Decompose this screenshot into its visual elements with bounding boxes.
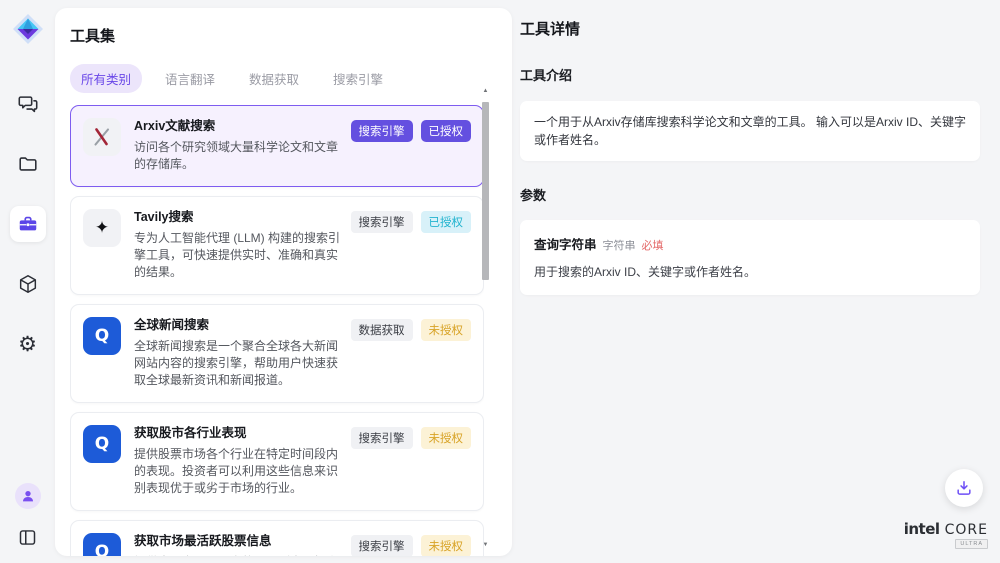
folder-icon[interactable]	[10, 146, 46, 182]
page-title: 工具集	[70, 25, 512, 46]
app-logo	[11, 12, 45, 46]
user-avatar[interactable]	[15, 483, 41, 509]
tool-icon: ✦	[83, 209, 121, 247]
scroll-down-arrow[interactable]: ▼	[481, 542, 490, 548]
scroll-up-arrow[interactable]: ▲	[481, 88, 490, 94]
icon-rail: ⚙	[0, 0, 55, 563]
tab-search-engine[interactable]: 搜索引擎	[322, 64, 394, 93]
params-heading: 参数	[520, 185, 980, 204]
tool-name: 获取市场最活跃股票信息	[134, 533, 341, 550]
tool-details-panel: 工具详情 工具介绍 一个用于从Arxiv存储库搜索科学论文和文章的工具。 输入可…	[512, 0, 1000, 563]
tool-auth-badge: 已授权	[421, 211, 472, 233]
tavily-star-icon: ✦	[95, 218, 109, 238]
arxiv-icon	[90, 125, 114, 149]
tool-auth-badge: 未授权	[421, 319, 472, 341]
chat-icon[interactable]	[10, 86, 46, 122]
toolbox-icon[interactable]	[10, 206, 46, 242]
tool-icon	[83, 118, 121, 156]
tool-auth-badge: 已授权	[421, 120, 472, 142]
tool-desc: 全球新闻搜索是一个聚合全球各大新闻网站内容的搜索引擎，帮助用户快速获取全球最新资…	[134, 338, 341, 390]
tool-name: Tavily搜索	[134, 209, 341, 226]
tool-card[interactable]: Q 获取股市各行业表现 提供股票市场各个行业在特定时间段内的表现。投资者可以利用…	[70, 412, 484, 511]
param-name: 查询字符串	[534, 238, 597, 252]
scrollbar: ▲ ▼	[481, 88, 490, 550]
rail-bottom	[0, 483, 55, 551]
tool-category-badge: 搜索引擎	[351, 120, 413, 142]
tool-auth-badge: 未授权	[421, 427, 472, 449]
tool-icon: Q	[83, 533, 121, 556]
param-card: 查询字符串字符串必填 用于搜索的Arxiv ID、关键字或作者姓名。	[520, 220, 980, 295]
tool-card[interactable]: Q 全球新闻搜索 全球新闻搜索是一个聚合全球各大新闻网站内容的搜索引擎，帮助用户…	[70, 304, 484, 403]
q-search-icon: Q	[95, 434, 109, 454]
cube-icon[interactable]	[10, 266, 46, 302]
tool-name: 获取股市各行业表现	[134, 425, 341, 442]
intel-ultra-badge: ULTRA	[955, 539, 988, 549]
intel-brand-text: intel	[904, 520, 940, 538]
tool-desc: 提供当天交易量最高的股票列表，投资者可以利用这些信息来识别流动性强的股票和潜在的…	[134, 554, 341, 556]
tool-desc: 访问各个研究领域大量科学论文和文章的存储库。	[134, 139, 341, 174]
settings-gear-icon[interactable]: ⚙	[10, 326, 46, 362]
core-brand-text: CORE	[945, 522, 988, 538]
tab-data-fetch[interactable]: 数据获取	[238, 64, 310, 93]
q-search-icon: Q	[95, 326, 109, 346]
param-desc: 用于搜索的Arxiv ID、关键字或作者姓名。	[534, 264, 966, 281]
intel-core-logo: intel CORE ULTRA	[904, 521, 988, 549]
diamond-logo-icon	[13, 14, 43, 44]
tool-card[interactable]: ✦ Tavily搜索 专为人工智能代理 (LLM) 构建的搜索引擎工具，可快速提…	[70, 196, 484, 295]
tool-list: Arxiv文献搜索 访问各个研究领域大量科学论文和文章的存储库。 搜索引擎 已授…	[70, 105, 484, 556]
tool-desc: 提供股票市场各个行业在特定时间段内的表现。投资者可以利用这些信息来识别表现优于或…	[134, 446, 341, 498]
param-required-badge: 必填	[642, 240, 664, 252]
tool-category-badge: 数据获取	[351, 319, 413, 341]
scrollbar-thumb[interactable]	[482, 102, 489, 280]
tool-name: Arxiv文献搜索	[134, 118, 341, 135]
tool-icon: Q	[83, 425, 121, 463]
download-icon	[954, 478, 974, 498]
tab-all-categories[interactable]: 所有类别	[70, 64, 142, 93]
category-tabs: 所有类别 语言翻译 数据获取 搜索引擎	[70, 64, 512, 93]
intro-card: 一个用于从Arxiv存储库搜索科学论文和文章的工具。 输入可以是Arxiv ID…	[520, 101, 980, 161]
tool-category-badge: 搜索引擎	[351, 211, 413, 233]
tool-icon: Q	[83, 317, 121, 355]
tool-category-badge: 搜索引擎	[351, 427, 413, 449]
tool-card[interactable]: Arxiv文献搜索 访问各个研究领域大量科学论文和文章的存储库。 搜索引擎 已授…	[70, 105, 484, 187]
app-window: ⚙ 工具集 所有类别 语言翻译 数据获取 搜索引擎	[0, 0, 1000, 563]
download-button[interactable]	[945, 469, 983, 507]
tool-collection-panel: 工具集 所有类别 语言翻译 数据获取 搜索引擎 Arxiv文献搜索 访问各个研究…	[55, 8, 512, 556]
panel-layout-icon[interactable]	[14, 523, 42, 551]
q-search-icon: Q	[95, 542, 109, 556]
tool-card[interactable]: Q 获取市场最活跃股票信息 提供当天交易量最高的股票列表，投资者可以利用这些信息…	[70, 520, 484, 556]
details-title: 工具详情	[520, 18, 980, 39]
intro-heading: 工具介绍	[520, 65, 980, 84]
tab-language-translation[interactable]: 语言翻译	[154, 64, 226, 93]
param-type: 字符串	[603, 240, 636, 252]
tool-name: 全球新闻搜索	[134, 317, 341, 334]
tool-category-badge: 搜索引擎	[351, 535, 413, 556]
tool-desc: 专为人工智能代理 (LLM) 构建的搜索引擎工具，可快速提供实时、准确和真实的结…	[134, 230, 341, 282]
rail-nav: ⚙	[10, 86, 46, 362]
tool-auth-badge: 未授权	[421, 535, 472, 556]
